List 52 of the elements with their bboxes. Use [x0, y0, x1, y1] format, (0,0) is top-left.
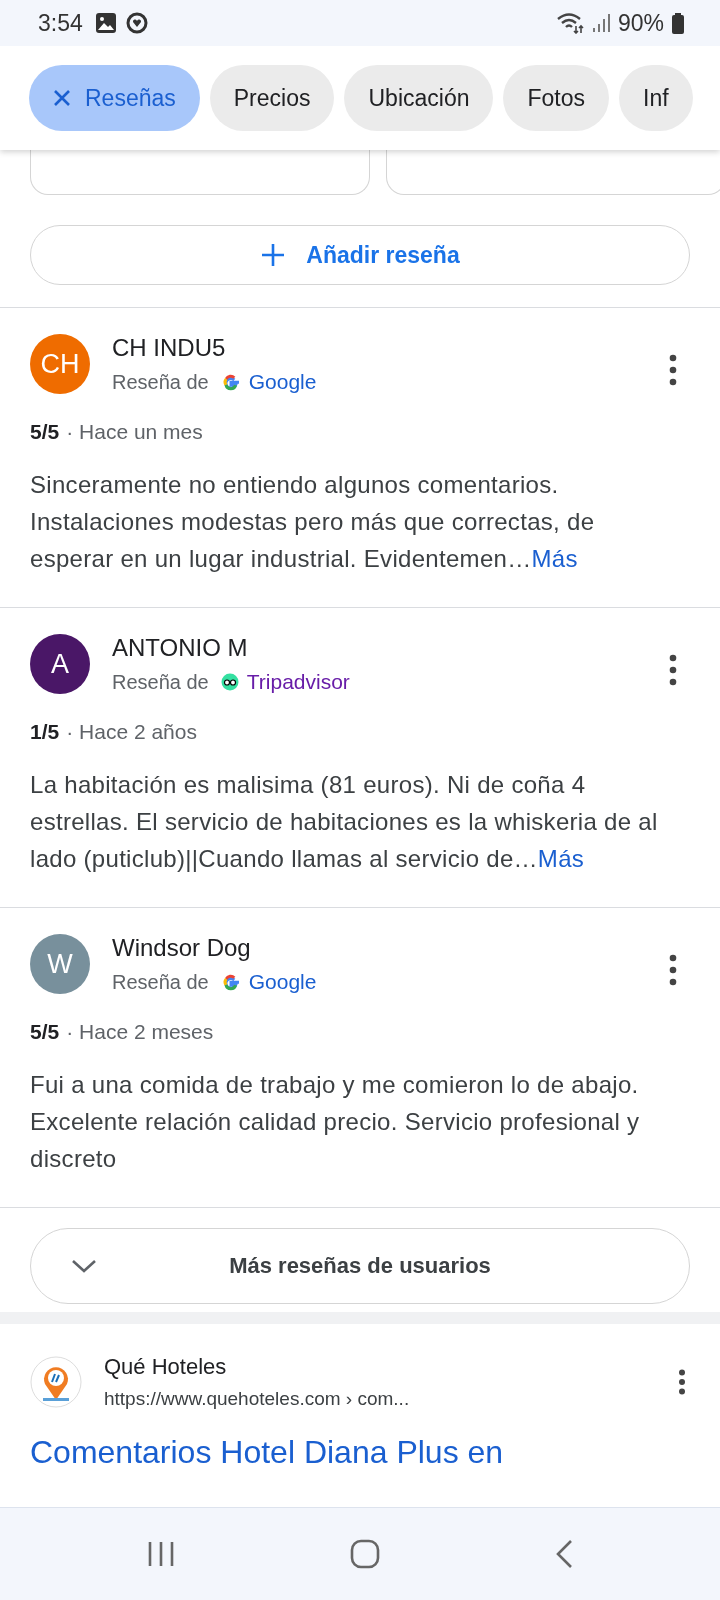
more-options-icon[interactable]: [668, 354, 678, 386]
source-link[interactable]: Tripadvisor: [246, 670, 350, 694]
filter-chip[interactable]: Inf: [619, 65, 693, 131]
source-label: Reseña de: [112, 970, 209, 994]
battery-icon: [672, 12, 684, 34]
filter-chip[interactable]: Fotos: [503, 65, 609, 131]
add-review-button[interactable]: Añadir reseña: [30, 225, 690, 285]
review-date: · Hace 2 meses: [66, 1020, 214, 1044]
author-name: Windsor Dog: [112, 934, 252, 962]
more-options-icon[interactable]: [678, 1369, 686, 1395]
review-date: · Hace 2 años: [66, 720, 197, 744]
source-link[interactable]: Google: [248, 970, 317, 994]
more-options-icon[interactable]: [668, 654, 678, 686]
rating: 5/5: [30, 420, 60, 444]
site-logo: [30, 1356, 82, 1408]
review-text: Sinceramente no entiendo algunos comentarios. Instalaciones modestas pero más que correctas, de esperar en un lugar industrial. Evidentemen…Más: [30, 470, 596, 574]
chevron-down-icon: [71, 1258, 97, 1274]
review-text: Fui a una comida de trabajo y me comieron lo de abajo. Excelente relación calidad precio. Servicio profesional y discreto: [30, 1070, 641, 1174]
more-link[interactable]: Más: [531, 545, 578, 572]
more-reviews-button[interactable]: Más reseñas de usuarios: [30, 1228, 690, 1304]
plus-icon: [260, 242, 287, 268]
site-name: Qué Hoteles: [104, 1354, 228, 1380]
author-name: ANTONIO M: [112, 634, 249, 662]
owl-icon: [220, 673, 239, 691]
source-link[interactable]: Google: [248, 370, 317, 394]
clock: 3:54: [38, 9, 83, 37]
back-icon[interactable]: [554, 1539, 573, 1569]
battery-level: 90%: [617, 9, 664, 37]
home-icon[interactable]: [350, 1539, 380, 1569]
site-url: https://www.quehoteles.com › com...: [104, 1388, 411, 1410]
wifi-icon: [555, 12, 584, 34]
gallery-icon: [94, 12, 117, 34]
avatar: A: [30, 634, 90, 694]
more-options-icon[interactable]: [668, 954, 678, 986]
review-date: · Hace un mes: [66, 420, 203, 444]
sync-icon: [124, 11, 149, 35]
rating: 1/5: [30, 720, 60, 744]
avatar: CH: [30, 334, 90, 394]
filter-chip[interactable]: Ubicación: [344, 65, 494, 131]
source-label: Reseña de: [112, 370, 209, 394]
review-text: La habitación es malisima (81 euros). Ni de coña 4 estrellas. El servicio de habitaciones es la whiskeria de al lado (puticlub)||Cuando llamas al servicio de…Más: [30, 770, 659, 874]
avatar: W: [30, 934, 90, 994]
close-icon[interactable]: [53, 89, 71, 107]
filter-chip[interactable]: Reseñas: [29, 65, 200, 131]
more-link[interactable]: Más: [537, 845, 585, 872]
result-title-link[interactable]: Comentarios Hotel Diana Plus en: [30, 1434, 690, 1471]
recent-apps-icon[interactable]: [147, 1540, 176, 1568]
author-name: CH INDU5: [112, 334, 227, 362]
source-label: Reseña de: [112, 670, 209, 694]
rating: 5/5: [30, 1020, 60, 1044]
signal-icon: [591, 13, 610, 33]
filter-chip[interactable]: Precios: [209, 65, 335, 131]
